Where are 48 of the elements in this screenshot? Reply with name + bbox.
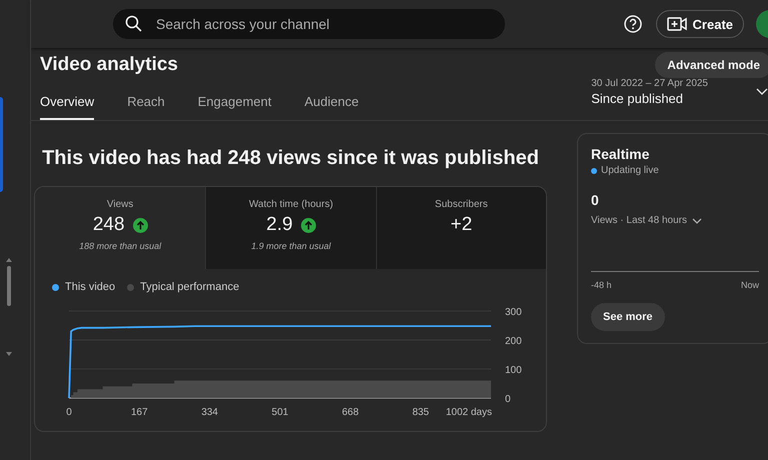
tab[interactable]: Overview (40, 86, 94, 120)
axis-label: -48 h (591, 280, 612, 290)
chevron-down-icon (692, 218, 702, 224)
tab[interactable]: Audience (304, 86, 359, 120)
x-tick-label: 501 (272, 407, 288, 418)
legend-dot (52, 284, 59, 290)
search-field[interactable]: Search across your channel (113, 9, 505, 39)
live-status: Updating live (601, 165, 659, 176)
metric-dropdown[interactable]: Views · Last 48 hours (591, 215, 702, 226)
metric-tab[interactable]: Watch time (hours) 2.9 1.9 more than usual (205, 187, 376, 269)
metric-label: Subscribers (434, 199, 488, 210)
x-tick-label: 334 (201, 407, 218, 418)
realtime-title: Realtime (591, 146, 650, 162)
video-plus-icon (666, 17, 687, 31)
page-title: Video analytics (40, 54, 178, 76)
headline: This video has had 248 views since it was published (41, 147, 540, 170)
x-tick-label: 0 (66, 407, 72, 418)
x-tick-label: 668 (342, 407, 359, 418)
search-icon (125, 15, 143, 33)
metric-value: +2 (450, 214, 472, 236)
metric-label: Watch time (hours) (248, 199, 334, 210)
legend-label: Typical performance (140, 281, 240, 293)
legend-dot (127, 284, 134, 290)
realtime-count: 0 (591, 192, 599, 208)
tab[interactable]: Engagement (198, 86, 272, 120)
axis-label: Now (740, 280, 759, 290)
metric-note: 1.9 more than usual (251, 241, 331, 251)
y-tick-label: 100 (505, 365, 522, 376)
y-tick-label: 0 (505, 394, 511, 405)
advanced-mode-button[interactable]: Advanced mode (655, 52, 768, 78)
metric-label: Views (106, 199, 134, 210)
legend-label: This video (65, 281, 116, 293)
tab[interactable]: Reach (127, 86, 165, 120)
metric-note: 188 more than usual (79, 241, 162, 251)
chevron-down-icon (756, 88, 768, 96)
help-icon[interactable] (624, 15, 642, 33)
y-tick-label: 200 (505, 336, 522, 347)
x-tick-label: 167 (131, 407, 148, 418)
metric-value: 2.9 (266, 214, 293, 236)
x-tick-label: 835 (412, 407, 429, 418)
metric-tab[interactable]: Subscribers +2 (376, 187, 546, 269)
metric-value: 248 (92, 214, 125, 236)
create-button[interactable]: Create (656, 10, 744, 38)
date-range-picker[interactable]: 30 Jul 2022 – 27 Apr 2025 Since published (591, 78, 768, 106)
metric-tab[interactable]: Views 248 188 more than usual (35, 187, 206, 269)
see-more-button[interactable]: See more (591, 303, 665, 331)
x-tick-label: 1002 days (446, 407, 492, 418)
y-tick-label: 300 (505, 307, 522, 318)
